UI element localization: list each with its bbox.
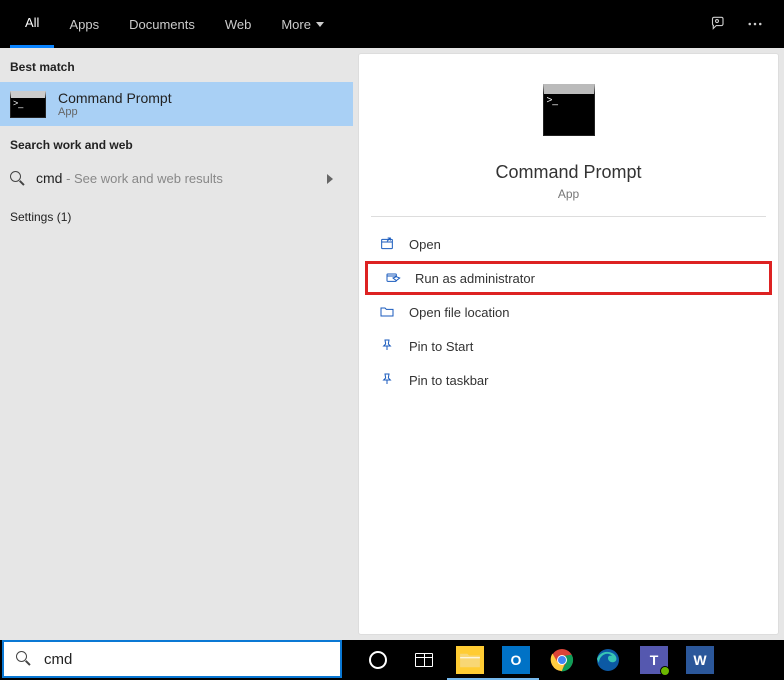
cortana-button[interactable] — [355, 640, 401, 680]
outlook-icon: O — [502, 646, 530, 674]
folder-icon — [379, 304, 395, 320]
taskbar-search-box[interactable] — [2, 640, 342, 678]
admin-icon — [385, 270, 401, 286]
file-explorer-icon — [456, 646, 484, 674]
chrome-button[interactable] — [539, 640, 585, 680]
teams-icon: T — [640, 646, 668, 674]
preview-title: Command Prompt — [495, 162, 641, 183]
teams-button[interactable]: T — [631, 640, 677, 680]
command-prompt-icon — [543, 84, 595, 136]
search-hint: - See work and web results — [62, 171, 222, 186]
action-label: Run as administrator — [415, 271, 535, 286]
filter-tabs: All Apps Documents Web More — [10, 0, 708, 48]
word-button[interactable]: W — [677, 640, 723, 680]
edge-button[interactable] — [585, 640, 631, 680]
search-web-label: Search work and web — [0, 126, 353, 160]
search-query-text: cmd — [36, 170, 62, 186]
filter-header: All Apps Documents Web More — [0, 0, 784, 48]
task-view-button[interactable] — [401, 640, 447, 680]
action-pin-to-start[interactable]: Pin to Start — [359, 329, 778, 363]
best-match-result[interactable]: Command Prompt App — [0, 82, 353, 126]
word-icon: W — [686, 646, 714, 674]
result-subtitle: App — [58, 106, 172, 118]
search-icon — [16, 651, 32, 667]
tab-apps[interactable]: Apps — [54, 0, 114, 48]
tab-more[interactable]: More — [266, 0, 339, 48]
divider — [371, 216, 766, 217]
action-open-file-location[interactable]: Open file location — [359, 295, 778, 329]
pin-icon — [379, 338, 395, 354]
search-input[interactable] — [44, 651, 328, 668]
open-icon — [379, 236, 395, 252]
action-label: Open — [409, 237, 441, 252]
tab-more-label: More — [281, 17, 311, 32]
action-pin-to-taskbar[interactable]: Pin to taskbar — [359, 363, 778, 397]
best-match-label: Best match — [0, 48, 353, 82]
tab-documents[interactable]: Documents — [114, 0, 210, 48]
chevron-right-icon — [327, 174, 333, 184]
cortana-icon — [369, 651, 387, 669]
chrome-icon — [550, 648, 574, 672]
search-icon — [10, 171, 26, 187]
file-explorer-button[interactable] — [447, 640, 493, 680]
taskbar: O T W — [0, 640, 784, 680]
command-prompt-icon — [10, 91, 46, 118]
settings-section[interactable]: Settings (1) — [0, 198, 353, 232]
tab-web[interactable]: Web — [210, 0, 267, 48]
feedback-icon[interactable] — [708, 15, 726, 33]
action-open[interactable]: Open — [359, 227, 778, 261]
result-title: Command Prompt — [58, 90, 172, 106]
chevron-down-icon — [316, 22, 324, 27]
action-run-as-administrator[interactable]: Run as administrator — [365, 261, 772, 295]
outlook-button[interactable]: O — [493, 640, 539, 680]
pin-icon — [379, 372, 395, 388]
results-panel: Best match Command Prompt App Search wor… — [0, 48, 353, 640]
search-web-item[interactable]: cmd - See work and web results — [0, 160, 353, 198]
more-icon[interactable] — [746, 15, 764, 33]
taskview-icon — [415, 653, 433, 667]
action-label: Pin to taskbar — [409, 373, 489, 388]
action-label: Pin to Start — [409, 339, 473, 354]
preview-subtitle: App — [558, 187, 579, 201]
preview-panel: Command Prompt App Open Run as administr… — [358, 53, 779, 635]
edge-icon — [596, 648, 620, 672]
tab-all[interactable]: All — [10, 0, 54, 48]
action-label: Open file location — [409, 305, 509, 320]
